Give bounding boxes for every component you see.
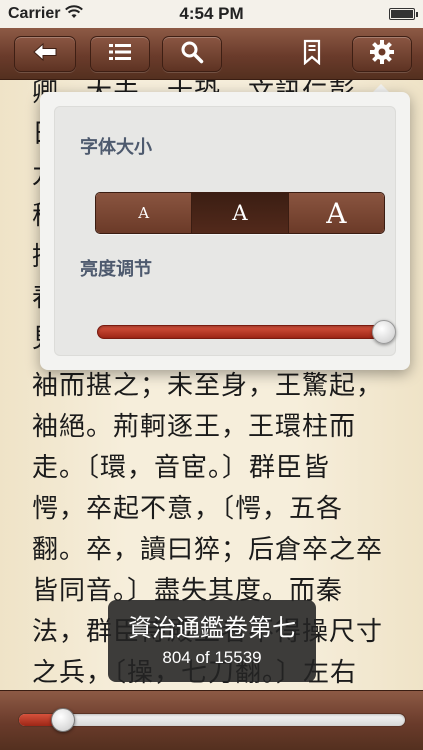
font-size-medium-label: A bbox=[232, 201, 248, 225]
settings-panel: 字体大小 A A A 亮度调节 bbox=[54, 106, 396, 356]
carrier-label: Carrier bbox=[8, 5, 61, 22]
text-line: 走。〔環，音宦。〕群臣皆 bbox=[32, 453, 331, 483]
brightness-slider-track[interactable] bbox=[97, 325, 380, 339]
font-size-small-label: A bbox=[138, 204, 150, 222]
font-size-large-button[interactable]: A bbox=[288, 193, 384, 233]
search-icon bbox=[180, 40, 204, 68]
table-of-contents-button[interactable] bbox=[90, 36, 150, 72]
progress-slider-thumb[interactable] bbox=[50, 708, 75, 732]
arrow-left-icon bbox=[32, 42, 58, 66]
battery-fill bbox=[391, 10, 413, 18]
chapter-title: 資治通鑑卷第七 bbox=[128, 614, 296, 642]
text-line: 袖絕。荊軻逐王，王環柱而 bbox=[32, 412, 357, 442]
battery-icon bbox=[389, 8, 418, 20]
chapter-tooltip: 資治通鑑卷第七 804 of 15539 bbox=[108, 600, 316, 682]
font-size-label: 字体大小 bbox=[80, 137, 152, 158]
status-left: Carrier bbox=[8, 4, 158, 24]
gear-icon bbox=[369, 39, 395, 69]
progress-slider-track[interactable] bbox=[18, 713, 406, 727]
font-size-small-button[interactable]: A bbox=[96, 193, 193, 233]
back-button[interactable] bbox=[14, 36, 76, 72]
settings-button[interactable] bbox=[352, 36, 412, 72]
list-icon bbox=[108, 42, 132, 66]
text-line: 袖而揕之；未至身，王驚起， bbox=[32, 371, 384, 401]
settings-popover: 字体大小 A A A 亮度调节 bbox=[40, 92, 410, 370]
brightness-label: 亮度调节 bbox=[80, 259, 152, 280]
status-bar: Carrier 4:54 PM bbox=[0, 0, 423, 28]
search-button[interactable] bbox=[162, 36, 222, 72]
bookmark-button[interactable] bbox=[292, 36, 332, 72]
font-size-selector: A A A bbox=[95, 192, 385, 234]
font-size-large-label: A bbox=[326, 196, 347, 230]
status-right bbox=[265, 8, 418, 20]
wifi-icon bbox=[65, 4, 84, 24]
text-line: 愕，卒起不意，〔愕，五各 bbox=[32, 494, 344, 524]
bookmark-icon bbox=[302, 39, 322, 69]
font-size-medium-button[interactable]: A bbox=[192, 193, 289, 233]
page-indicator: 804 of 15539 bbox=[162, 648, 262, 667]
reader-toolbar bbox=[0, 28, 423, 80]
bottom-bar bbox=[0, 690, 423, 750]
status-time: 4:54 PM bbox=[179, 4, 244, 23]
text-line: 翻。卒，讀曰猝；后倉卒之卒 bbox=[32, 535, 384, 565]
brightness-slider-thumb[interactable] bbox=[372, 320, 396, 344]
